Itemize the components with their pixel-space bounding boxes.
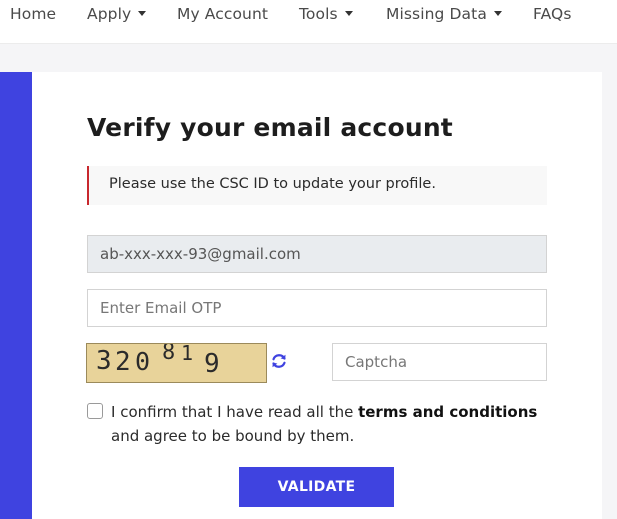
info-alert: Please use the CSC ID to update your pro… <box>87 166 547 205</box>
top-navbar: Home Apply My Account Tools Missing Data… <box>0 0 617 44</box>
terms-link[interactable]: terms and conditions <box>358 403 537 421</box>
terms-checkbox[interactable] <box>87 403 103 419</box>
chevron-down-icon <box>493 11 502 16</box>
captcha-image: 3 2 0 8 1 9 <box>86 343 267 383</box>
nav-tools[interactable]: Tools <box>299 5 353 25</box>
captcha-input[interactable] <box>332 343 547 381</box>
nav-apply[interactable]: Apply <box>87 5 147 25</box>
consent-suffix: and agree to be bound by them. <box>111 427 355 445</box>
chevron-down-icon <box>344 11 353 16</box>
alert-text: Please use the CSC ID to update your pro… <box>109 176 436 192</box>
email-field[interactable] <box>87 235 547 273</box>
nav-my-account[interactable]: My Account <box>177 5 268 25</box>
page-title: Verify your email account <box>87 113 453 142</box>
refresh-icon[interactable] <box>268 350 290 372</box>
nav-home[interactable]: Home <box>10 5 56 25</box>
chevron-down-icon <box>138 11 147 16</box>
nav-faqs[interactable]: FAQs <box>533 5 572 25</box>
nav-faqs-label: FAQs <box>533 5 572 23</box>
nav-apply-label: Apply <box>87 5 132 23</box>
validate-button[interactable]: VALIDATE <box>239 467 394 507</box>
nav-home-label: Home <box>10 5 57 23</box>
consent-prefix: I confirm that I have read all the <box>111 403 359 421</box>
consent-text: I confirm that I have read all the terms… <box>111 400 561 448</box>
nav-my-account-label: My Account <box>177 5 269 23</box>
nav-tools-label: Tools <box>299 5 338 23</box>
accent-bar <box>0 72 32 519</box>
otp-input[interactable] <box>87 289 547 327</box>
nav-missing-data-label: Missing Data <box>386 5 487 23</box>
nav-missing-data[interactable]: Missing Data <box>386 5 502 25</box>
